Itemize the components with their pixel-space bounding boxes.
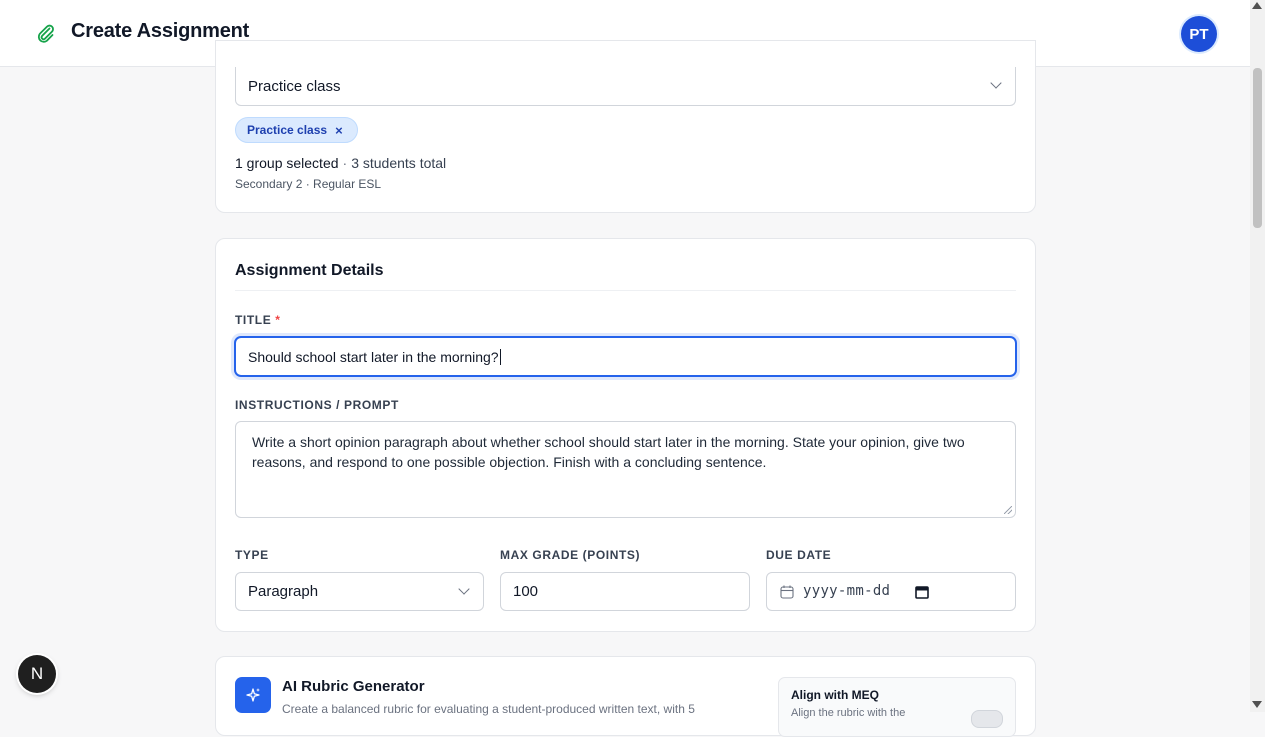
class-select[interactable]: Practice class: [235, 67, 1016, 106]
sparkles-icon: [235, 677, 271, 713]
text-caret: [499, 348, 501, 365]
title-input-value: Should school start later in the morning…: [248, 348, 499, 365]
meq-description: Align the rubric with the: [791, 707, 906, 719]
group-count: 1 group selected: [235, 155, 339, 171]
type-select-value: Paragraph: [248, 583, 319, 600]
scroll-down-arrow-icon[interactable]: [1252, 701, 1262, 708]
title-label-text: TITLE: [235, 313, 272, 327]
max-grade-input[interactable]: 100: [500, 572, 750, 611]
prompt-label: INSTRUCTIONS / PROMPT: [235, 398, 399, 412]
section-divider: [235, 290, 1016, 291]
class-select-value: Practice class: [248, 77, 341, 95]
due-date-input[interactable]: yyyy-mm-dd: [766, 572, 1016, 611]
due-date-label: DUE DATE: [766, 548, 832, 562]
paperclip-icon: [37, 24, 54, 43]
resize-handle-icon[interactable]: [1004, 506, 1012, 514]
due-date-placeholder: yyyy-mm-dd: [803, 583, 891, 599]
calendar-icon: [780, 585, 794, 599]
selected-group-chip: Practice class ×: [235, 117, 358, 143]
title-label: TITLE *: [235, 313, 281, 327]
max-grade-label: MAX GRADE (POINTS): [500, 548, 641, 562]
type-label: TYPE: [235, 548, 269, 562]
ai-rubric-description: Create a balanced rubric for evaluating …: [282, 702, 695, 716]
dev-tools-badge[interactable]: N: [18, 655, 56, 693]
student-count: 3 students total: [351, 155, 447, 171]
chevron-down-icon: [458, 583, 470, 595]
title-input[interactable]: Should school start later in the morning…: [234, 336, 1017, 377]
required-mark: *: [275, 313, 281, 327]
meq-toggle[interactable]: [971, 710, 1003, 728]
scrollbar-thumb[interactable]: [1253, 68, 1262, 228]
meq-title: Align with MEQ: [791, 688, 879, 702]
chevron-down-icon: [990, 77, 1002, 89]
prompt-textarea[interactable]: Write a short opinion paragraph about wh…: [235, 421, 1016, 518]
chip-remove-icon[interactable]: ×: [335, 123, 343, 138]
summary-separator: ·: [342, 155, 348, 171]
group-subsummary: Secondary 2 · Regular ESL: [235, 177, 382, 191]
meq-align-panel: Align with MEQ Align the rubric with the: [778, 677, 1016, 737]
scroll-up-arrow-icon[interactable]: [1252, 2, 1262, 9]
chip-label: Practice class: [247, 123, 328, 137]
section-title: Assignment Details: [235, 262, 384, 279]
date-picker-icon[interactable]: [915, 585, 929, 599]
group-summary: 1 group selected · 3 students total: [235, 155, 446, 171]
user-avatar[interactable]: PT: [1181, 16, 1217, 52]
max-grade-value: 100: [513, 583, 539, 600]
prompt-textarea-value: Write a short opinion paragraph about wh…: [252, 434, 965, 470]
ai-rubric-title: AI Rubric Generator: [282, 678, 425, 695]
type-select[interactable]: Paragraph: [235, 572, 484, 611]
